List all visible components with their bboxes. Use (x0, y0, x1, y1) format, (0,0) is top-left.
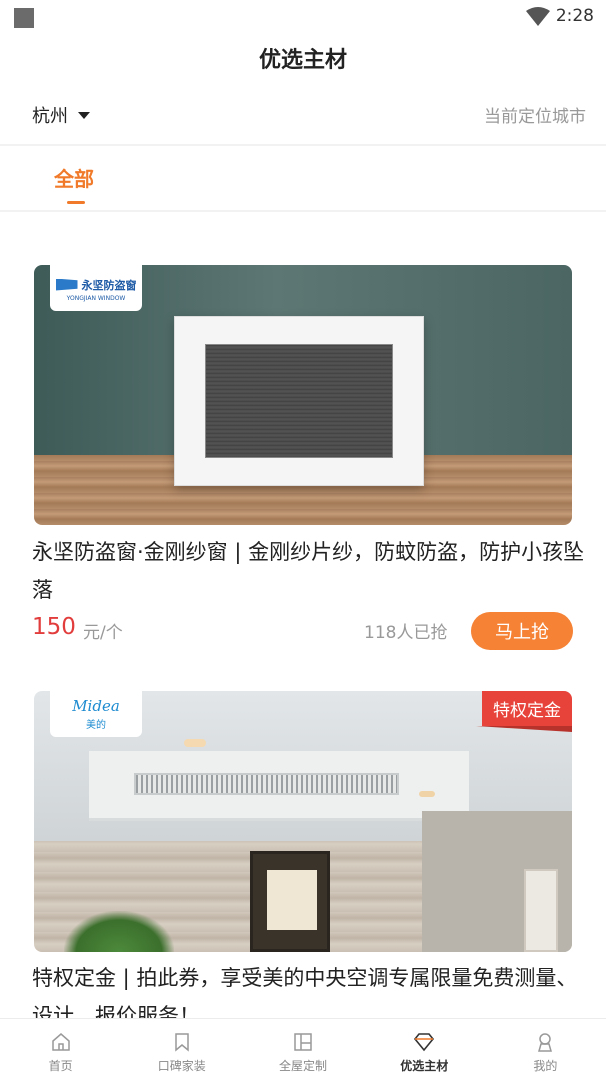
page-title: 优选主材 (258, 48, 347, 73)
product-price: 150 (32, 614, 76, 640)
product-image-window-screen[interactable]: 永坚防盗窗 YONGJIAN WINDOW (34, 265, 572, 525)
brand-logo-midea: Midea 美的 (50, 691, 142, 737)
brand-logo-yongjian: 永坚防盗窗 YONGJIAN WINDOW (50, 265, 142, 311)
status-time: 2:28 (555, 6, 594, 26)
ac-vent (134, 773, 399, 795)
divider (0, 144, 606, 146)
city-selector[interactable]: 杭州 (32, 102, 90, 128)
window-screen-frame (174, 316, 424, 486)
tab-mine[interactable]: 我的 (485, 1019, 606, 1080)
diamond-icon (414, 1033, 435, 1052)
wifi-icon (526, 7, 550, 26)
yongjian-logo-icon (55, 278, 78, 291)
tab-reputation[interactable]: 口碑家装 (121, 1019, 242, 1080)
buy-now-button[interactable]: 马上抢 (471, 612, 573, 650)
sold-count: 118人已抢 (364, 623, 448, 643)
product-image-central-ac[interactable]: Midea 美的 特权定金 (34, 691, 572, 952)
city-label: 杭州 (32, 106, 68, 127)
user-icon (538, 1033, 553, 1052)
status-bar: 2:28 (0, 0, 606, 34)
layout-icon (294, 1033, 312, 1051)
caret-down-icon (78, 111, 90, 119)
bottom-tab-bar: 首页 口碑家装 全屋定制 优选主材 我的 (0, 1018, 606, 1080)
privilege-badge: 特权定金 (476, 691, 572, 732)
notification-icon (14, 8, 34, 28)
bookmark-icon (175, 1033, 189, 1052)
tab-active-indicator (67, 201, 85, 204)
tab-custom[interactable]: 全屋定制 (242, 1019, 363, 1080)
product-title[interactable]: 永坚防盗窗·金刚纱窗 | 金刚纱片纱，防蚊防盗，防护小孩坠落 (32, 533, 588, 609)
tab-all[interactable]: 全部 (54, 163, 94, 192)
divider (0, 210, 606, 212)
locate-city-link[interactable]: 当前定位城市 (484, 102, 586, 127)
tab-materials[interactable]: 优选主材 (364, 1019, 485, 1080)
tab-home[interactable]: 首页 (0, 1019, 121, 1080)
price-unit: 元/个 (83, 623, 123, 643)
home-icon (51, 1033, 70, 1051)
